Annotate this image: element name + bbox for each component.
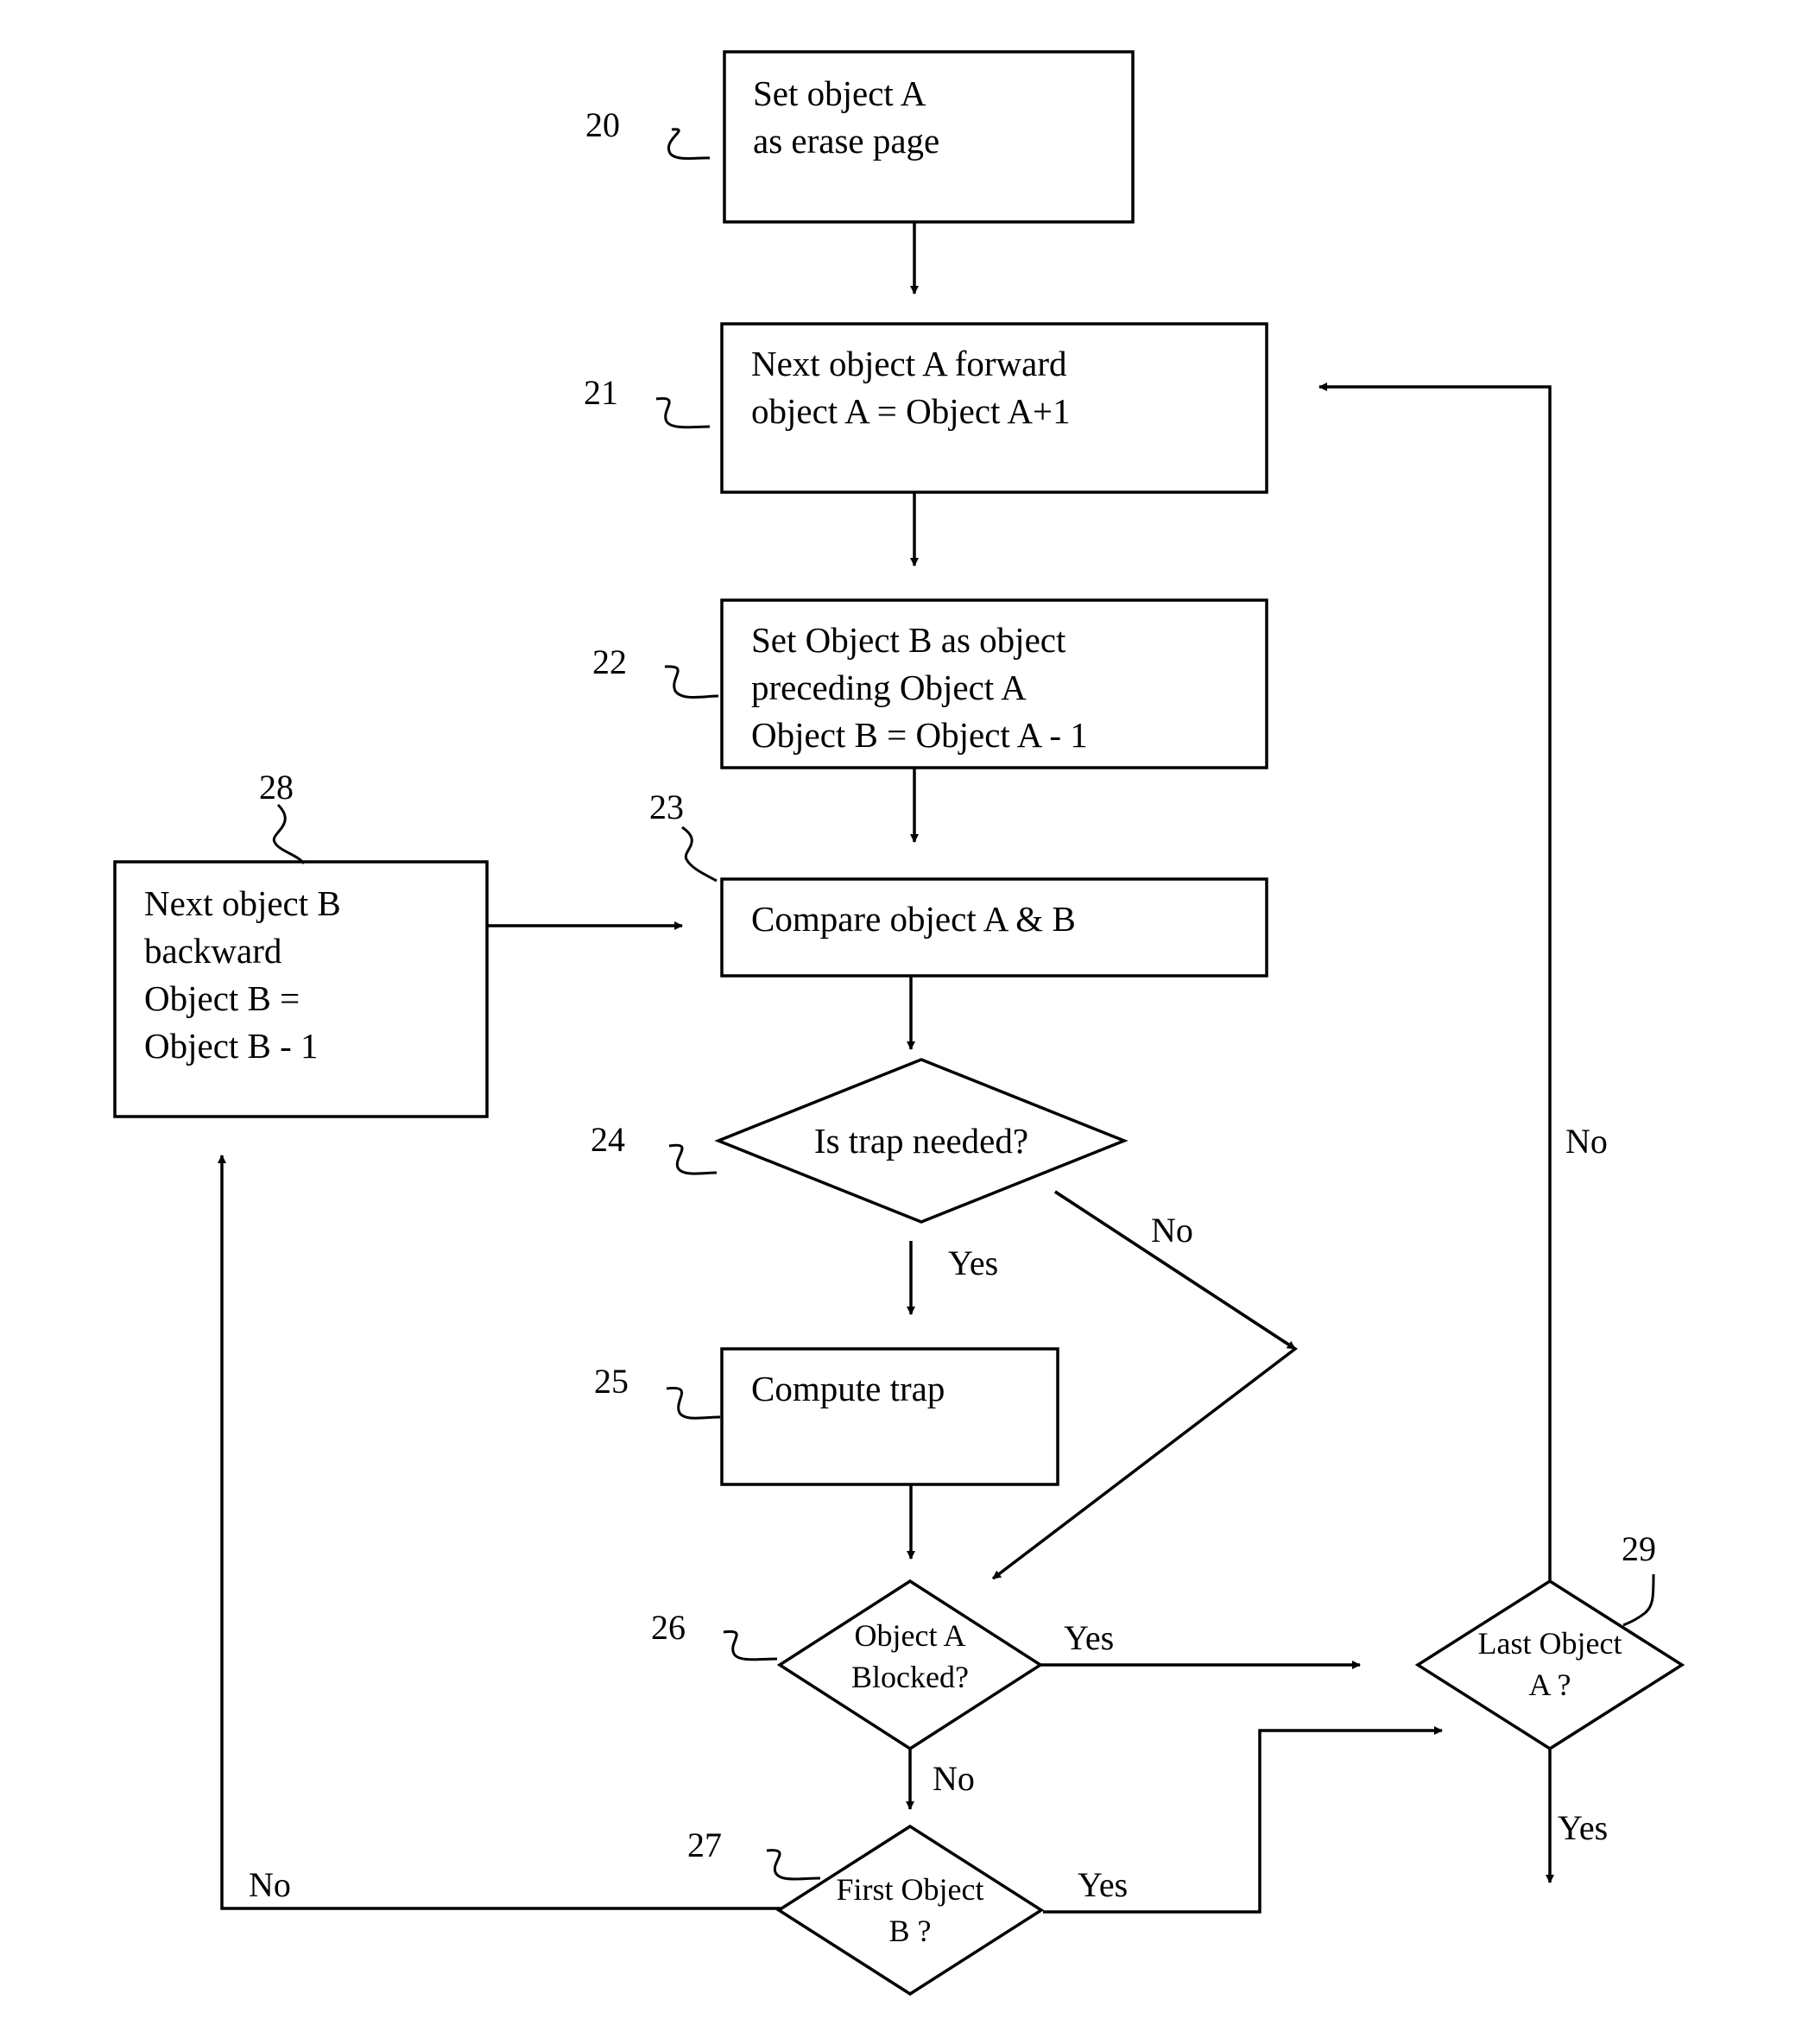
node-text-line: Is trap needed? <box>814 1121 1028 1161</box>
leader-squiggle-icon <box>272 803 306 864</box>
edge-label-yes: Yes <box>1064 1618 1114 1657</box>
edge-label-no: No <box>249 1865 291 1904</box>
node-text-line: Blocked? <box>851 1660 969 1694</box>
decision-node-27: First Object B ? <box>775 1824 1045 1997</box>
node-text-line: backward <box>144 931 281 971</box>
reference-numeral-25: 25 <box>594 1362 721 1420</box>
process-node-22: Set Object B as object preceding Object A… <box>720 598 1268 769</box>
leader-squiggle-icon <box>655 396 711 429</box>
reference-numeral-27: 27 <box>687 1826 821 1881</box>
process-node-28: Next object B backward Object B = Object B … <box>113 860 489 1118</box>
reference-numeral-23: 23 <box>649 788 718 883</box>
node-text-line: Object B = <box>144 978 300 1018</box>
leader-squiggle-icon <box>723 1630 778 1661</box>
reference-numeral-28: 28 <box>259 768 306 864</box>
leader-squiggle-icon <box>681 826 718 883</box>
decision-diamond <box>775 1824 1045 1997</box>
reference-numeral-20: 20 <box>585 105 711 160</box>
edge-label-no: No <box>1565 1122 1608 1161</box>
process-node-25: Compute trap <box>720 1347 1059 1486</box>
reference-numeral-29: 29 <box>1622 1529 1656 1627</box>
decision-node-29: Last Object A ? <box>1414 1579 1685 1751</box>
edge-label-yes: Yes <box>1558 1808 1608 1847</box>
node-text-line: B ? <box>889 1914 932 1948</box>
edge-label-yes: Yes <box>948 1243 998 1282</box>
reference-numeral-26: 26 <box>651 1608 778 1661</box>
reference-number: 27 <box>687 1826 722 1864</box>
node-text-line: Object B = Object A - 1 <box>751 715 1088 755</box>
node-text-line: Set object A <box>753 73 926 113</box>
node-text-line: Object B - 1 <box>144 1026 319 1066</box>
reference-number: 28 <box>259 768 294 807</box>
reference-number: 22 <box>592 642 627 681</box>
leader-squiggle-icon <box>664 665 719 699</box>
reference-number: 20 <box>585 105 620 144</box>
node-text-line: object A = Object A+1 <box>751 391 1071 431</box>
node-text-line: Next object A forward <box>751 344 1066 383</box>
edge-labels-layer: Yes No Yes No Yes No No Yes <box>249 1122 1608 1904</box>
reference-number: 21 <box>584 373 618 412</box>
nodes-layer: Set object A as erase page Next object A f… <box>113 50 1685 1997</box>
edge-label-no: No <box>933 1759 975 1798</box>
leader-squiggle-icon <box>1622 1573 1655 1627</box>
node-text-line: Compute trap <box>751 1369 945 1408</box>
reference-number: 24 <box>591 1120 625 1159</box>
edge-label-yes: Yes <box>1078 1865 1128 1904</box>
node-text-line: Last Object <box>1478 1626 1622 1661</box>
reference-numeral-21: 21 <box>584 373 711 429</box>
process-node-21: Next object A forward object A = Object A… <box>720 322 1268 494</box>
flowchart-canvas: Set object A as erase page Next object A f… <box>113 50 1685 1997</box>
reference-numeral-22: 22 <box>592 642 719 699</box>
edge-label-no: No <box>1151 1211 1193 1250</box>
node-text-line: Set Object B as object <box>751 620 1066 660</box>
leader-squiggle-icon <box>667 128 711 160</box>
reference-number: 26 <box>651 1608 686 1647</box>
edge-29-to-21 <box>1318 383 1552 1581</box>
edge-27-to-28 <box>218 1155 781 1910</box>
node-text-line: A ? <box>1529 1667 1571 1702</box>
node-text-line: Object A <box>855 1618 966 1653</box>
process-node-20: Set object A as erase page <box>723 50 1135 224</box>
reference-number: 29 <box>1622 1529 1656 1568</box>
leader-squiggle-icon <box>766 1849 821 1881</box>
node-text-line: preceding Object A <box>751 668 1027 707</box>
node-text-line: as erase page <box>753 121 939 161</box>
reference-number: 25 <box>594 1362 629 1401</box>
node-text-line: Next object B <box>144 883 341 923</box>
reference-number: 23 <box>649 788 684 826</box>
process-node-23: Compare object A & B <box>720 877 1268 978</box>
node-text-line: First Object <box>837 1872 984 1907</box>
decision-diamond <box>1414 1579 1685 1751</box>
decision-node-26: Object A Blocked? <box>776 1579 1044 1751</box>
node-text-line: Compare object A & B <box>751 899 1076 939</box>
leader-squiggle-icon <box>668 1143 718 1175</box>
reference-numeral-24: 24 <box>591 1120 718 1175</box>
leader-squiggle-icon <box>666 1386 721 1420</box>
